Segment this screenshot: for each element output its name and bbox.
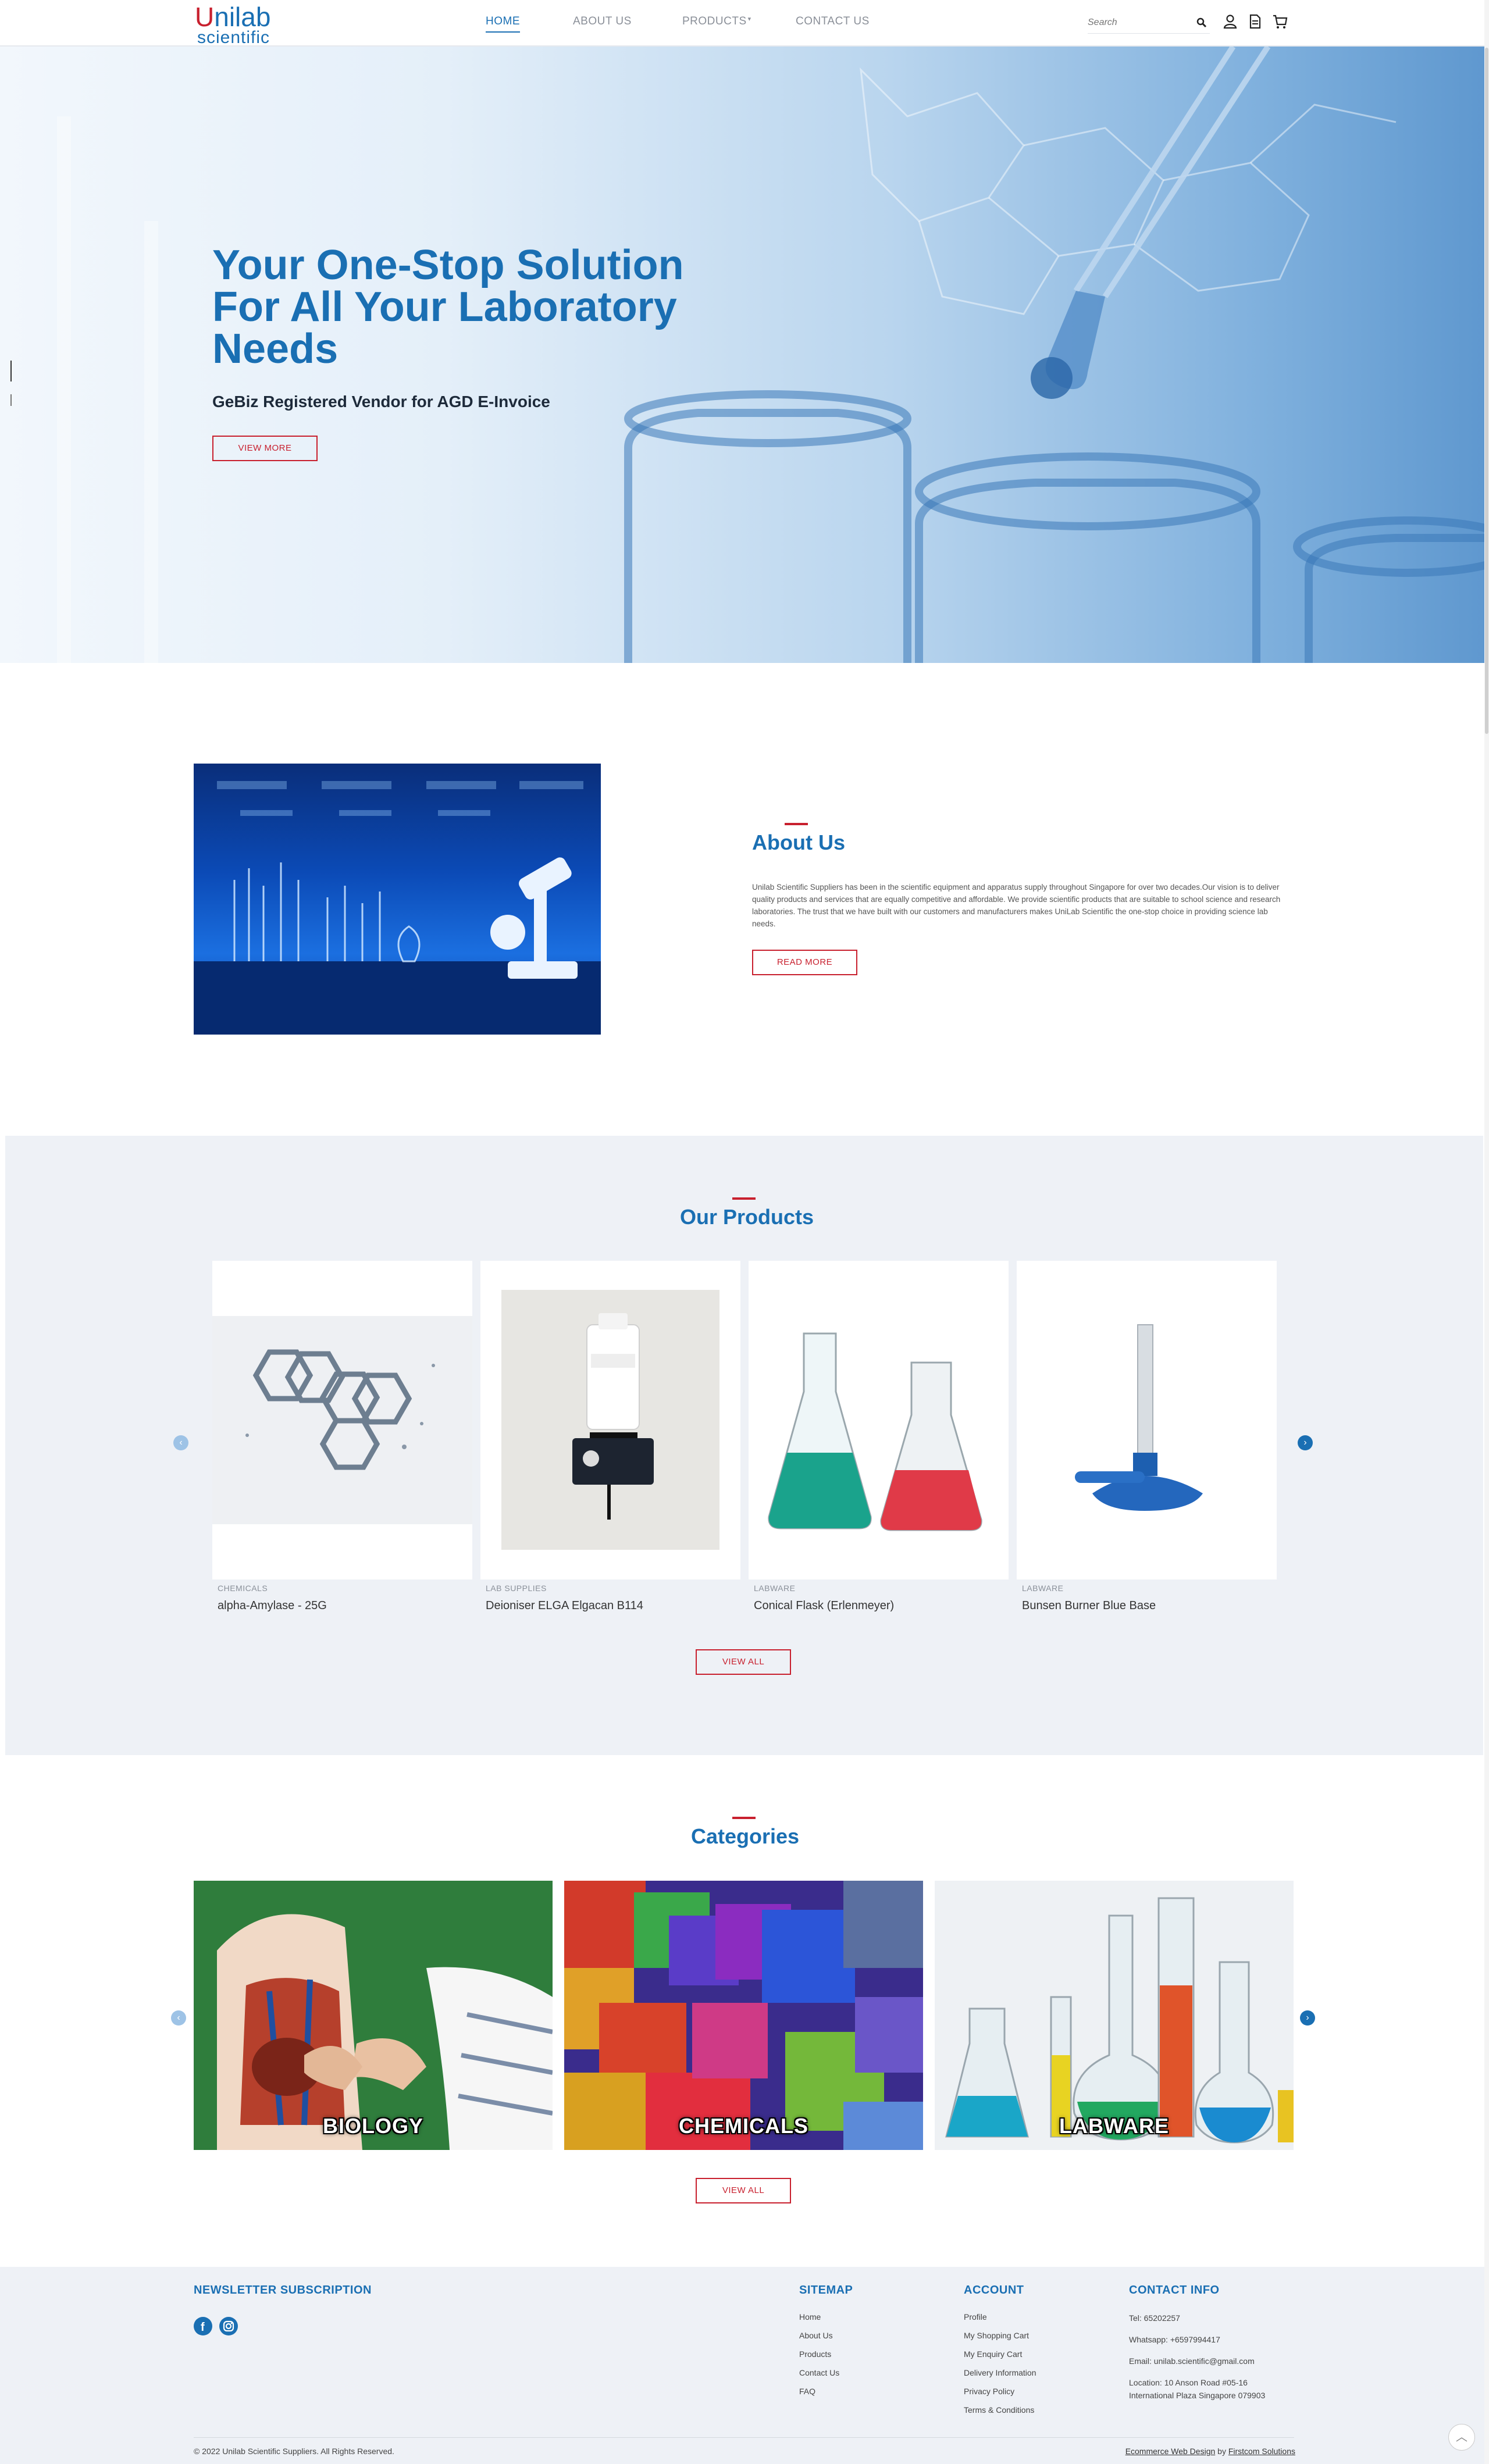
hero-banner: Your One-Stop Solution For All Your Labo…: [0, 47, 1484, 663]
footer-link-shopping-cart[interactable]: My Shopping Cart: [964, 2331, 1029, 2340]
product-name[interactable]: Conical Flask (Erlenmeyer): [754, 1599, 894, 1613]
category-card-chemicals[interactable]: CHEMICALS: [564, 1881, 923, 2150]
product-card[interactable]: [749, 1261, 1009, 1579]
nav-about-us[interactable]: ABOUT US: [573, 15, 632, 28]
instagram-icon[interactable]: [219, 2317, 238, 2335]
copyright-text: © 2022 Unilab Scientific Suppliers. All …: [194, 2447, 394, 2456]
credit-link-ecommerce[interactable]: Ecommerce Web Design: [1125, 2447, 1216, 2456]
slide-indicator-active[interactable]: [10, 361, 12, 381]
facebook-icon[interactable]: f: [194, 2317, 212, 2335]
category-label: CHEMICALS: [679, 2114, 808, 2138]
contact-location-line1: Location: 10 Anson Road #05-16: [1129, 2378, 1248, 2387]
lab-photo-illustration: [194, 781, 601, 1035]
product-category: LABWARE: [754, 1584, 796, 1593]
chevron-down-icon: ▾: [747, 16, 751, 23]
footer-link-privacy-policy[interactable]: Privacy Policy: [964, 2387, 1014, 2396]
footer-link-about-us[interactable]: About Us: [799, 2331, 833, 2340]
page-scrollbar-thumb[interactable]: [1485, 48, 1488, 734]
user-icon[interactable]: [1221, 13, 1239, 30]
product-card[interactable]: [212, 1261, 472, 1579]
periodic-cubes-image: [564, 1881, 923, 2150]
contact-whatsapp[interactable]: Whatsapp: +6597994417: [1129, 2335, 1220, 2344]
about-title: About Us: [752, 830, 845, 854]
categories-next-arrow[interactable]: ›: [1300, 2010, 1315, 2026]
footer-link-home[interactable]: Home: [799, 2312, 821, 2322]
enquiry-icon[interactable]: [1246, 13, 1263, 30]
nav-products[interactable]: PRODUCTS ▾: [682, 15, 751, 28]
credit-text: Ecommerce Web Design by Firstcom Solutio…: [1125, 2447, 1295, 2456]
product-category: LAB SUPPLIES: [486, 1584, 547, 1593]
slide-indicator[interactable]: [10, 394, 12, 406]
site-header: Unilab scientific HOME ABOUT US PRODUCTS…: [0, 0, 1489, 47]
hero-title: Your One-Stop Solution For All Your Labo…: [212, 242, 684, 372]
product-category: CHEMICALS: [218, 1584, 268, 1593]
hero-subtitle: GeBiz Registered Vendor for AGD E-Invoic…: [212, 393, 550, 411]
logo-subtitle: scientific: [197, 28, 270, 47]
about-accent-line: [785, 823, 808, 825]
unilab-logo[interactable]: Unilab scientific: [195, 2, 271, 47]
labware-glassware-image: [935, 1881, 1294, 2150]
product-card[interactable]: [480, 1261, 740, 1579]
search-box: [1088, 13, 1210, 34]
category-card-biology[interactable]: BIOLOGY: [194, 1881, 553, 2150]
footer-divider: [194, 2437, 1294, 2438]
product-category: LABWARE: [1022, 1584, 1064, 1593]
nav-products-label: PRODUCTS: [682, 15, 747, 27]
products-view-all-button[interactable]: VIEW ALL: [696, 1649, 791, 1675]
product-name[interactable]: Deioniser ELGA Elgacan B114: [486, 1599, 643, 1613]
contact-location-line2: International Plaza Singapore 079903: [1129, 2391, 1266, 2400]
product-card[interactable]: [1017, 1261, 1277, 1579]
deioniser-elga-image: [501, 1290, 719, 1550]
newsletter-title: NEWSLETTER SUBSCRIPTION: [194, 2284, 372, 2297]
categories-title: Categories: [691, 1824, 800, 1848]
footer-link-faq[interactable]: FAQ: [799, 2387, 815, 2396]
contact-info-title: CONTACT INFO: [1129, 2284, 1220, 2297]
footer-link-products[interactable]: Products: [799, 2349, 831, 2359]
product-name[interactable]: alpha-Amylase - 25G: [218, 1599, 327, 1613]
chevron-up-icon: ︿: [1456, 2431, 1467, 2444]
contact-email[interactable]: Email: unilab.scientific@gmail.com: [1129, 2356, 1255, 2366]
alpha-amylase-image: [212, 1316, 472, 1524]
conical-flask-image: [768, 1332, 982, 1531]
credit-link-firstcom[interactable]: Firstcom Solutions: [1228, 2447, 1295, 2456]
category-card-labware[interactable]: LABWARE: [935, 1881, 1294, 2150]
products-accent-line: [732, 1197, 756, 1200]
cart-icon[interactable]: [1271, 13, 1289, 30]
account-title: ACCOUNT: [964, 2284, 1024, 2297]
categories-prev-arrow[interactable]: ‹: [171, 2010, 186, 2026]
bunsen-burner-image: [1075, 1324, 1203, 1511]
sitemap-title: SITEMAP: [799, 2284, 853, 2297]
categories-view-all-button[interactable]: VIEW ALL: [696, 2178, 791, 2203]
footer-link-enquiry-cart[interactable]: My Enquiry Cart: [964, 2349, 1022, 2359]
footer-link-contact-us[interactable]: Contact Us: [799, 2368, 839, 2377]
svg-text:f: f: [201, 2321, 205, 2334]
product-name[interactable]: Bunsen Burner Blue Base: [1022, 1599, 1156, 1613]
category-label: LABWARE: [1059, 2114, 1169, 2138]
anatomy-model-image: [194, 1881, 553, 2150]
search-icon[interactable]: [1196, 17, 1207, 28]
footer-link-delivery-information[interactable]: Delivery Information: [964, 2368, 1036, 2377]
search-input[interactable]: [1088, 13, 1187, 33]
products-prev-arrow[interactable]: ‹: [173, 1435, 188, 1450]
logo-wordmark: Unilab: [195, 2, 271, 32]
read-more-button[interactable]: READ MORE: [752, 950, 857, 975]
contact-tel: Tel: 65202257: [1129, 2313, 1180, 2323]
category-label: BIOLOGY: [322, 2114, 423, 2138]
view-more-button[interactable]: VIEW MORE: [212, 436, 318, 461]
credit-by: by: [1217, 2447, 1226, 2456]
laboratory-photo: [194, 764, 601, 1035]
nav-contact-us[interactable]: CONTACT US: [796, 15, 870, 28]
footer-link-profile[interactable]: Profile: [964, 2312, 987, 2322]
about-text: Unilab Scientific Suppliers has been in …: [752, 883, 1281, 928]
footer-link-terms-conditions[interactable]: Terms & Conditions: [964, 2405, 1034, 2415]
products-next-arrow[interactable]: ›: [1298, 1435, 1313, 1450]
back-to-top-button[interactable]: ︿: [1448, 2424, 1475, 2451]
nav-home[interactable]: HOME: [486, 15, 520, 33]
categories-accent-line: [732, 1817, 756, 1819]
products-title: Our Products: [680, 1205, 814, 1229]
